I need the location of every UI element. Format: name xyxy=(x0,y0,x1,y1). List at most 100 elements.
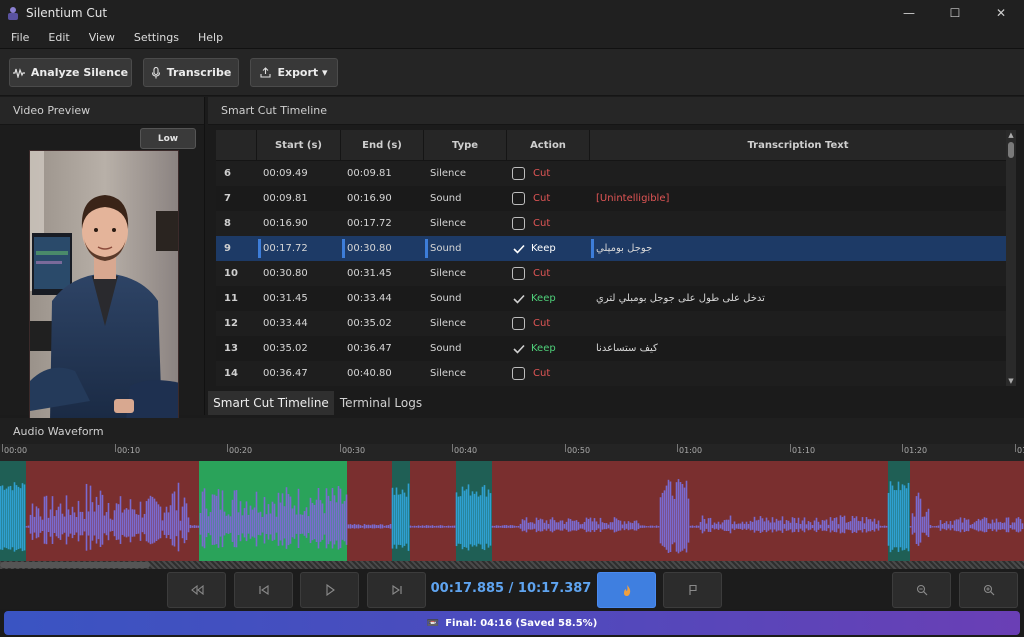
table-row[interactable]: 7 00:09.81 00:16.90 Sound Cut [Unintelligible… xyxy=(216,186,1006,211)
menu-settings[interactable]: Settings xyxy=(126,31,187,44)
cell-action[interactable]: Cut xyxy=(512,186,589,211)
close-button[interactable]: ✕ xyxy=(978,0,1024,26)
keep-checkmark-icon[interactable] xyxy=(512,292,525,305)
time-ruler[interactable]: 00:00 00:10 00:20 00:30 00:40 00:50 01:00 01:10… xyxy=(0,444,1024,461)
rewind-button[interactable] xyxy=(167,572,226,608)
cell-end-time: 00:16.90 xyxy=(347,193,392,204)
table-row[interactable]: 9 00:17.72 00:30.80 Sound Keep جوجل بومپلي xyxy=(216,236,1006,261)
action-checkbox[interactable] xyxy=(512,192,525,205)
table-vertical-scrollbar[interactable]: ▲ ▼ xyxy=(1006,130,1016,386)
keep-checkmark-icon[interactable] xyxy=(512,342,525,355)
cell-type: Sound xyxy=(430,243,462,254)
action-label: Cut xyxy=(533,193,551,204)
cell-type: Silence xyxy=(430,318,467,329)
flag-icon xyxy=(688,584,697,595)
transcribe-button[interactable]: Transcribe xyxy=(143,58,239,87)
cell-action[interactable]: Keep xyxy=(512,236,589,261)
cell-transcription: [Unintelligible] xyxy=(596,193,670,204)
cell-transcription xyxy=(596,311,996,336)
video-frame[interactable] xyxy=(29,150,179,419)
table-row[interactable]: 14 00:36.47 00:40.80 Silence Cut xyxy=(216,361,1006,386)
action-checkbox[interactable] xyxy=(512,367,525,380)
table-row[interactable]: 11 00:31.45 00:33.44 Sound Keep تدخل على طول … xyxy=(216,286,1006,311)
table-header: Start (s) End (s) Type Action Transcript… xyxy=(216,130,1006,161)
action-label: Cut xyxy=(533,218,551,229)
minimize-button[interactable]: — xyxy=(886,0,932,26)
marker-button[interactable] xyxy=(663,572,722,608)
cell-start-time: 00:16.90 xyxy=(263,218,308,229)
waveform-horizontal-scrollbar[interactable] xyxy=(0,561,1024,569)
action-label: Keep xyxy=(531,293,556,304)
analyze-silence-label: Analyze Silence xyxy=(30,66,129,79)
cell-start-time: 00:31.45 xyxy=(263,293,308,304)
waveform-scrollbar-thumb[interactable] xyxy=(0,562,150,568)
flame-icon xyxy=(623,584,630,596)
menu-view[interactable]: View xyxy=(81,31,123,44)
cell-start-time: 00:30.80 xyxy=(263,268,308,279)
action-label: Keep xyxy=(531,243,556,254)
waveform-graphic xyxy=(0,461,1024,561)
cell-action[interactable]: Cut xyxy=(512,261,589,286)
zoom-in-button[interactable] xyxy=(959,572,1018,608)
cell-end-time: 00:30.80 xyxy=(347,243,392,254)
play-button[interactable] xyxy=(300,572,359,608)
cell-end-time: 00:35.02 xyxy=(347,318,392,329)
table-row[interactable]: 13 00:35.02 00:36.47 Sound Keep كيف ستساعدنا xyxy=(216,336,1006,361)
selection-marker xyxy=(425,239,428,258)
analyze-silence-button[interactable]: Analyze Silence xyxy=(9,58,132,87)
row-index: 13 xyxy=(224,343,238,354)
column-header-action[interactable]: Action xyxy=(506,130,589,161)
cell-action[interactable]: Keep xyxy=(512,286,589,311)
window-controls: — ☐ ✕ xyxy=(886,0,1024,26)
app-logo-icon xyxy=(8,6,18,20)
action-checkbox[interactable] xyxy=(512,167,525,180)
cell-action[interactable]: Cut xyxy=(512,361,589,386)
cell-action[interactable]: Cut xyxy=(512,161,589,186)
menu-file[interactable]: File xyxy=(3,31,37,44)
menu-bar: File Edit View Settings Help xyxy=(0,26,1024,49)
row-index: 7 xyxy=(224,193,231,204)
action-checkbox[interactable] xyxy=(512,317,525,330)
ruler-tick-label: 00:50 xyxy=(567,446,591,455)
table-row[interactable]: 8 00:16.90 00:17.72 Silence Cut xyxy=(216,211,1006,236)
audio-waveform[interactable] xyxy=(0,461,1024,561)
export-button[interactable]: Export ▾ xyxy=(250,58,338,87)
cell-action[interactable]: Cut xyxy=(512,311,589,336)
tab-smart-cut-timeline[interactable]: Smart Cut Timeline xyxy=(208,391,334,415)
action-checkbox[interactable] xyxy=(512,267,525,280)
menu-edit[interactable]: Edit xyxy=(40,31,77,44)
ruler-tick xyxy=(2,444,3,452)
scroll-down-icon[interactable]: ▼ xyxy=(1007,377,1015,385)
menu-help[interactable]: Help xyxy=(190,31,231,44)
ruler-tick xyxy=(902,444,903,452)
column-header-type[interactable]: Type xyxy=(423,130,506,161)
cassette-icon: 📼 xyxy=(426,617,440,629)
table-row[interactable]: 6 00:09.49 00:09.81 Silence Cut xyxy=(216,161,1006,186)
table-row[interactable]: 12 00:33.44 00:35.02 Silence Cut xyxy=(216,311,1006,336)
microphone-icon xyxy=(151,66,160,78)
column-header-transcription[interactable]: Transcription Text xyxy=(589,130,1006,161)
video-thumbnail-image xyxy=(30,151,178,418)
smart-cut-button[interactable] xyxy=(597,572,656,608)
zoom-out-button[interactable] xyxy=(892,572,951,608)
scroll-up-icon[interactable]: ▲ xyxy=(1007,131,1015,139)
row-index: 14 xyxy=(224,368,238,379)
row-index: 6 xyxy=(224,168,231,179)
cell-action[interactable]: Cut xyxy=(512,211,589,236)
tab-terminal-logs[interactable]: Terminal Logs xyxy=(335,391,427,415)
cell-transcription xyxy=(596,261,996,286)
table-row[interactable]: 10 00:30.80 00:31.45 Silence Cut xyxy=(216,261,1006,286)
column-header-end[interactable]: End (s) xyxy=(340,130,423,161)
maximize-button[interactable]: ☐ xyxy=(932,0,978,26)
skip-back-button[interactable] xyxy=(234,572,293,608)
column-header-start[interactable]: Start (s) xyxy=(256,130,340,161)
cell-action[interactable]: Keep xyxy=(512,336,589,361)
scrollbar-thumb[interactable] xyxy=(1008,142,1014,158)
ruler-tick-label: 01:3 xyxy=(1017,446,1024,455)
quality-selector[interactable]: Low xyxy=(140,128,196,149)
selection-marker xyxy=(342,239,345,258)
action-checkbox[interactable] xyxy=(512,217,525,230)
cell-transcription xyxy=(596,211,996,236)
keep-checkmark-icon[interactable] xyxy=(512,242,525,255)
timeline-table: Start (s) End (s) Type Action Transcript… xyxy=(216,130,1006,386)
